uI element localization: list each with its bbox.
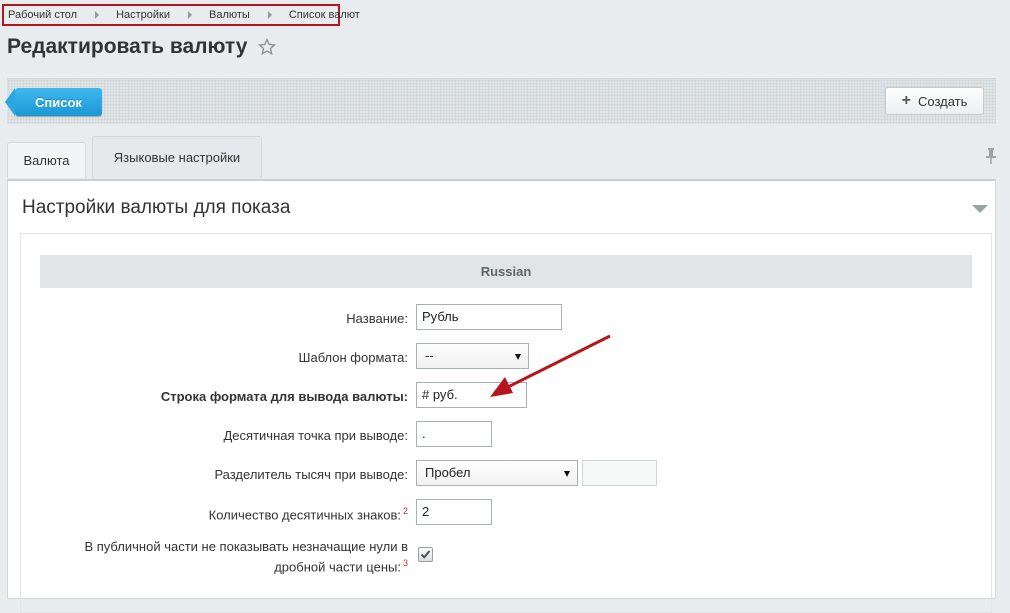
hide-zeros-label-line1: В публичной части не показывать незначащ…	[84, 539, 408, 554]
breadcrumb-item-currencies[interactable]: Валюты	[209, 9, 250, 21]
decimal-point-label: Десятичная точка при выводе:	[223, 428, 409, 443]
plus-icon: +	[901, 92, 911, 109]
hide-zeros-label-line2-text: дробной части цены:	[274, 559, 401, 575]
hide-zeros-note: 3	[402, 558, 408, 568]
decimals-note: 2	[402, 506, 408, 516]
format-input[interactable]: # руб.	[416, 382, 527, 408]
thousands-sep-select[interactable]: Пробел	[416, 460, 578, 486]
breadcrumb-item-settings[interactable]: Настройки	[116, 9, 170, 21]
collapse-icon[interactable]	[972, 205, 988, 213]
breadcrumb-separator-icon	[188, 11, 192, 19]
star-icon[interactable]	[258, 38, 277, 56]
breadcrumb: Рабочий стол Настройки Валюты Список вал…	[2, 4, 360, 26]
chevron-down-icon	[515, 354, 521, 360]
checkmark-icon	[420, 550, 431, 559]
language-block: Russian Название: Рубль Шаблон формата: …	[20, 233, 992, 613]
name-label: Название:	[346, 311, 408, 326]
hide-zeros-label-line2: дробной части цены: 3	[84, 555, 408, 575]
format-label-text: Строка формата для вывода валюты:	[160, 389, 408, 404]
template-select[interactable]: --	[416, 343, 529, 369]
breadcrumb-item-currency-list[interactable]: Список валют	[289, 9, 360, 21]
decimal-point-input[interactable]: .	[416, 421, 492, 447]
decimals-input[interactable]: 2	[416, 499, 492, 525]
create-button[interactable]: + Создать	[885, 87, 984, 115]
toolbar: Список + Создать	[5, 78, 996, 124]
tab-currency[interactable]: Валюта	[7, 142, 86, 178]
settings-panel: Настройки валюты для показа Russian Назв…	[7, 179, 996, 613]
name-input[interactable]: Рубль	[416, 304, 562, 330]
breadcrumb-item-desktop[interactable]: Рабочий стол	[8, 9, 77, 21]
list-button[interactable]: Список	[5, 88, 102, 116]
decimals-label-text: Количество десятичных знаков:	[208, 507, 401, 523]
title-row: Редактировать валюту	[7, 35, 277, 59]
create-button-label: Создать	[917, 93, 968, 109]
breadcrumb-separator-icon	[95, 11, 100, 19]
page-title: Редактировать валюту	[7, 35, 248, 58]
language-header: Russian	[40, 255, 972, 288]
thousands-sep-custom-input[interactable]	[582, 460, 657, 486]
breadcrumb-separator-icon	[267, 11, 272, 19]
section-title: Настройки валюты для показа	[22, 197, 291, 218]
template-label: Шаблон формата:	[298, 350, 408, 365]
chevron-down-icon	[564, 471, 570, 477]
hide-zeros-checkbox[interactable]	[418, 547, 433, 562]
format-label: Строка формата для вывода валюты:	[161, 389, 408, 404]
decimals-label: Количество десятичных знаков: 2	[209, 506, 408, 522]
template-select-value: --	[425, 348, 434, 363]
thousands-sep-label: Разделитель тысяч при выводе:	[214, 467, 408, 482]
hide-zeros-label: В публичной части не показывать незначащ…	[84, 538, 408, 575]
tab-language-settings[interactable]: Языковые настройки	[92, 136, 262, 178]
pin-icon[interactable]	[986, 148, 996, 164]
thousands-sep-select-value: Пробел	[425, 465, 471, 480]
